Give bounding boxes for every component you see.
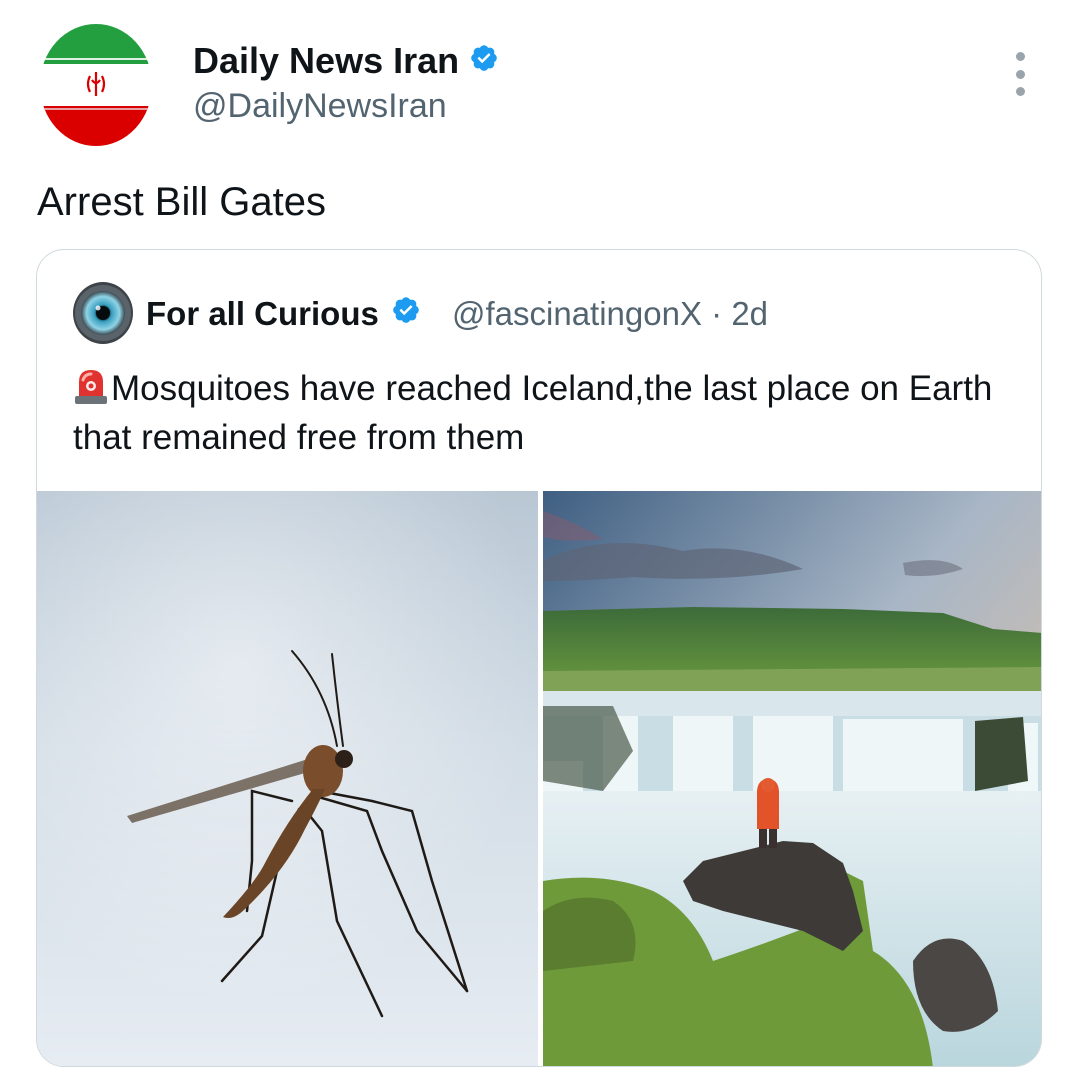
quoted-tweet-text: Mosquitoes have reached Iceland,the last… — [73, 364, 1013, 462]
iceland-waterfall-hiker-photo — [543, 491, 1041, 1066]
quoted-handle[interactable]: @fascinatingonX — [452, 295, 702, 332]
quoted-text-body: Mosquitoes have reached Iceland,the last… — [73, 369, 993, 457]
mosquito-on-snow-photo — [37, 491, 538, 1066]
verified-badge-icon — [391, 294, 421, 334]
media-waterfall-photo[interactable] — [543, 491, 1041, 1066]
quoted-display-name[interactable]: For all Curious — [146, 294, 379, 334]
more-options-icon[interactable] — [1005, 52, 1035, 96]
quoted-author-avatar[interactable] — [73, 282, 133, 344]
author-handle[interactable]: @DailyNewsIran — [193, 86, 447, 126]
eye-avatar-icon — [73, 282, 133, 344]
quoted-handle-time: @fascinatingonX · 2d — [452, 294, 768, 334]
author-name[interactable]: Daily News Iran — [193, 40, 499, 82]
police-siren-emoji-icon — [73, 366, 109, 406]
author-avatar[interactable] — [40, 24, 152, 146]
quoted-tweet-card[interactable]: For all Curious @fascinatingonX · 2d Mos… — [36, 249, 1042, 1067]
author-display-name[interactable]: Daily News Iran — [193, 40, 459, 82]
verified-badge-icon — [469, 40, 499, 82]
iran-flag-avatar-icon — [40, 24, 152, 146]
media-mosquito-photo[interactable] — [37, 491, 538, 1066]
quoted-time[interactable]: 2d — [731, 295, 768, 332]
separator-dot: · — [711, 295, 723, 332]
quoted-author-name[interactable]: For all Curious — [146, 294, 421, 334]
tweet-text: Arrest Bill Gates — [37, 180, 326, 224]
